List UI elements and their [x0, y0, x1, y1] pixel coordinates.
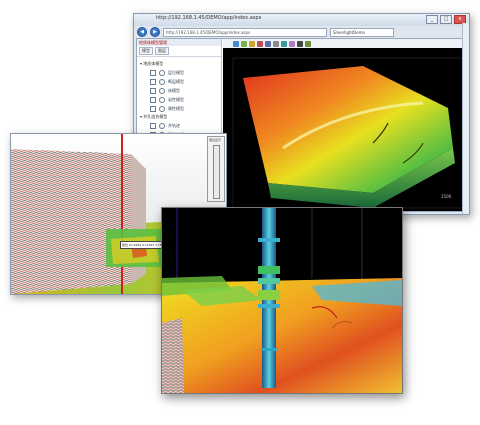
tree-item[interactable]: 井轨迹 [150, 123, 218, 129]
legend-slider[interactable] [213, 145, 220, 199]
tree-item-label: 断层模型 [168, 79, 184, 84]
fullscreen-icon[interactable] [297, 41, 303, 47]
tree-group-label: 地质体模型 [143, 61, 164, 66]
axis-tick-label: 1500 [441, 194, 452, 199]
legend-panel: 层位显示 [207, 136, 225, 202]
back-button[interactable]: ◀ [137, 27, 147, 37]
address-bar: ◀ ▶ http://192.168.1.45/DEMO/app/index.a… [137, 27, 466, 37]
select-icon[interactable] [257, 41, 263, 47]
checkbox[interactable] [150, 88, 156, 94]
checkbox[interactable] [150, 123, 156, 129]
3d-viewport[interactable]: 1500 [223, 48, 466, 211]
checkbox[interactable] [150, 97, 156, 103]
tree-group-wells[interactable]: ▾ 井孔组合模型 [140, 114, 218, 120]
maximize-button[interactable]: □ [440, 15, 452, 24]
model-tree: ▾ 地质体模型 层位模型 断层模型 体模型 岩性模型 属性模型 ▾ 井孔组合模型… [137, 57, 221, 140]
pan-icon[interactable] [233, 41, 239, 47]
radio-button[interactable] [159, 97, 165, 103]
tree-group-geobody[interactable]: ▾ 地质体模型 [140, 61, 218, 67]
seismic-section [11, 149, 131, 294]
tree-group-label: 井孔组合模型 [143, 114, 168, 119]
checkbox[interactable] [150, 106, 156, 112]
export-icon[interactable] [305, 41, 311, 47]
panel-title: 地质体模型管理 [137, 39, 221, 46]
well-render [162, 208, 402, 393]
tree-item-label: 层位模型 [168, 70, 184, 75]
tab-layer[interactable]: 图层 [155, 47, 169, 55]
radio-button[interactable] [159, 123, 165, 129]
tree-item[interactable]: 体模型 [150, 88, 218, 94]
radio-button[interactable] [159, 70, 165, 76]
tree-item[interactable]: 断层模型 [150, 79, 218, 85]
checkbox[interactable] [150, 70, 156, 76]
tree-item[interactable]: 层位模型 [150, 70, 218, 76]
tab-model[interactable]: 模型 [139, 47, 153, 55]
window-controls: _ □ x [426, 15, 466, 24]
geo-surface-render: 1500 [232, 57, 464, 209]
radio-button[interactable] [159, 88, 165, 94]
tooltip: 层位 Z=1584 X=4321 Y=5677 [120, 241, 167, 249]
tree-item[interactable]: 岩性模型 [150, 97, 218, 103]
tree-item-label: 岩性模型 [168, 97, 184, 102]
seismic-section [162, 318, 184, 393]
tree-item-label: 属性模型 [168, 106, 184, 111]
layer-icon[interactable] [281, 41, 287, 47]
tree-item[interactable]: 属性模型 [150, 106, 218, 112]
url-field[interactable]: http://192.168.1.45/DEMO/app/index.aspx [163, 27, 327, 37]
settings-icon[interactable] [289, 41, 295, 47]
tree-item-label: 井轨迹 [168, 123, 180, 128]
checkbox[interactable] [150, 79, 156, 85]
measure-icon[interactable] [265, 41, 271, 47]
well-marker [121, 134, 123, 294]
zoom-icon[interactable] [249, 41, 255, 47]
tree-item-label: 体模型 [168, 88, 180, 93]
reset-view-icon[interactable] [273, 41, 279, 47]
panel-tabs: 模型 图层 [137, 46, 221, 57]
forward-button[interactable]: ▶ [150, 27, 160, 37]
well-view-window[interactable] [161, 207, 403, 394]
radio-button[interactable] [159, 106, 165, 112]
rotate-icon[interactable] [241, 41, 247, 47]
radio-button[interactable] [159, 79, 165, 85]
browser-tab[interactable]: SilverlightDemo [330, 27, 394, 37]
legend-title: 层位显示 [209, 138, 222, 142]
scrollbar[interactable] [462, 23, 469, 214]
minimize-button[interactable]: _ [426, 15, 438, 24]
window-title: http://192.168.1.45/DEMO/app/index.aspx [156, 15, 262, 21]
title-bar: http://192.168.1.45/DEMO/app/index.aspx … [134, 14, 469, 26]
